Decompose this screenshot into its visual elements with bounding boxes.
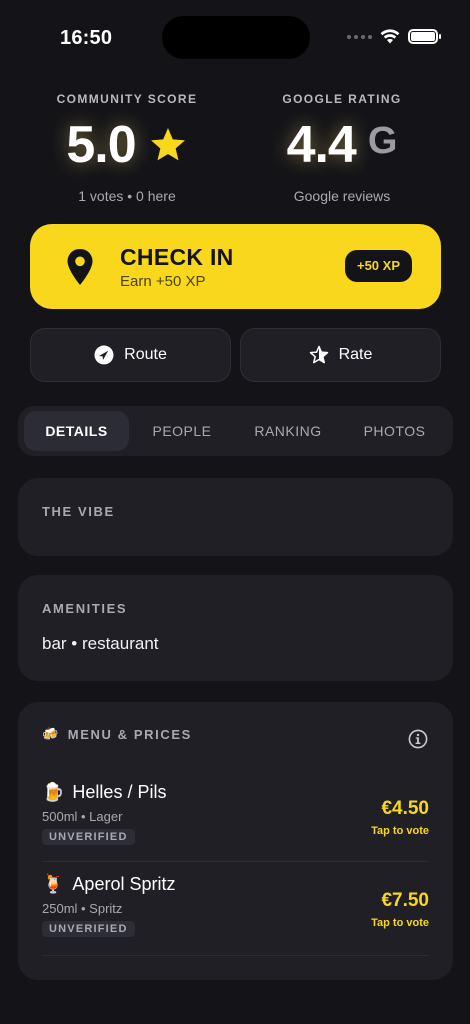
check-in-subtitle: Earn +50 XP — [120, 273, 206, 290]
menu-item-price: €4.50 — [381, 798, 429, 819]
menu-item[interactable]: 🍹 Aperol Spritz 250ml • Spritz UNVERIFIE… — [42, 874, 429, 956]
community-score-value: 5.0 — [66, 116, 136, 174]
amenities-list: bar • restaurant — [42, 634, 159, 653]
location-pin-icon — [67, 249, 93, 285]
tab-people[interactable]: PEOPLE — [133, 411, 231, 451]
amenities-card: AMENITIES bar • restaurant — [18, 575, 453, 681]
beer-mugs-icon: 🍻 — [42, 726, 60, 741]
menu-item-name: Helles / Pils — [72, 782, 167, 802]
google-rating: GOOGLE RATING 4.4 G Google reviews — [242, 92, 442, 204]
menu-item[interactable]: 🍺 Helles / Pils 500ml • Lager UNVERIFIED… — [42, 782, 429, 862]
menu-card: 🍻 MENU & PRICES 🍺 Helles / Pils 500ml • … — [18, 702, 453, 980]
google-logo-icon: G — [367, 119, 398, 162]
price-vote-button[interactable]: €7.50 Tap to vote — [371, 890, 429, 929]
status-icons — [347, 29, 441, 44]
check-in-button[interactable]: CHECK IN Earn +50 XP +50 XP — [30, 224, 441, 309]
scores-section: COMMUNITY SCORE 5.0 1 votes • 0 here GOO… — [0, 92, 470, 212]
cocktail-icon: 🍹 — [42, 874, 65, 894]
community-score-label: COMMUNITY SCORE — [56, 92, 198, 106]
price-vote-button[interactable]: €4.50 Tap to vote — [371, 798, 429, 837]
menu-item-name: Aperol Spritz — [72, 874, 176, 894]
menu-title: MENU & PRICES — [67, 726, 192, 742]
star-outline-icon — [309, 345, 328, 364]
vibe-card: THE VIBE — [18, 478, 453, 556]
unverified-badge: UNVERIFIED — [42, 829, 135, 845]
star-icon — [150, 128, 185, 161]
tab-details[interactable]: DETAILS — [24, 411, 129, 451]
menu-header: 🍻 MENU & PRICES — [42, 726, 192, 742]
xp-badge: +50 XP — [344, 250, 412, 282]
route-button[interactable]: Route — [30, 328, 231, 382]
battery-icon — [408, 29, 441, 44]
community-votes: 1 votes • 0 here — [78, 188, 176, 204]
wifi-icon — [380, 29, 400, 44]
tap-to-vote-label: Tap to vote — [371, 917, 429, 929]
unverified-badge: UNVERIFIED — [42, 921, 135, 937]
tap-to-vote-label: Tap to vote — [371, 825, 429, 837]
google-rating-label: GOOGLE RATING — [282, 92, 402, 106]
tab-bar: DETAILS PEOPLE RANKING PHOTOS — [18, 406, 453, 456]
menu-item-price: €7.50 — [381, 890, 429, 911]
check-in-title: CHECK IN — [120, 244, 234, 270]
google-reviews-label: Google reviews — [293, 188, 391, 204]
community-score: COMMUNITY SCORE 5.0 1 votes • 0 here — [27, 92, 227, 204]
status-time: 16:50 — [60, 27, 113, 49]
info-icon[interactable] — [408, 729, 428, 749]
vibe-title: THE VIBE — [42, 504, 115, 519]
tab-photos[interactable]: PHOTOS — [346, 411, 443, 451]
beer-mug-icon: 🍺 — [42, 782, 65, 802]
status-bar: 16:50 — [0, 0, 470, 76]
amenities-title: AMENITIES — [42, 601, 128, 616]
tab-ranking[interactable]: RANKING — [238, 411, 338, 451]
rate-button[interactable]: Rate — [240, 328, 441, 382]
rate-label: Rate — [338, 346, 373, 363]
route-label: Route — [124, 346, 167, 363]
navigation-arrow-icon — [94, 345, 114, 365]
dynamic-island — [162, 16, 310, 59]
cellular-signal-icon — [347, 34, 372, 39]
google-rating-value: 4.4 — [286, 116, 357, 174]
